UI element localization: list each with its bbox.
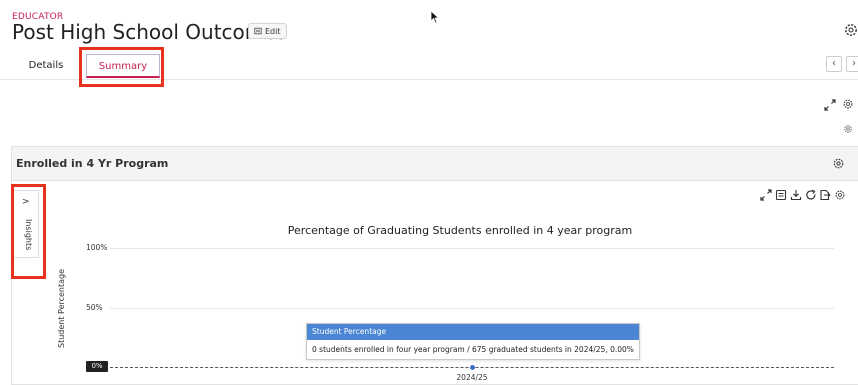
edit-button[interactable]: Edit — [248, 23, 287, 39]
edit-icon — [254, 27, 262, 35]
gear-icon[interactable] — [842, 98, 854, 110]
y-tick-label-zero: 0% — [86, 361, 108, 372]
tooltip-header: Student Percentage — [307, 324, 639, 340]
table-view-icon[interactable] — [775, 189, 787, 201]
page-title: Post High School Outcomes — [12, 20, 287, 44]
y-axis-label-wrap: Student Percentage — [57, 248, 67, 348]
highlight-box-summary — [79, 47, 164, 87]
chart-tooltip: Student Percentage 0 students enrolled i… — [306, 323, 640, 360]
expand-icon[interactable] — [824, 99, 836, 111]
gear-icon[interactable] — [832, 157, 845, 170]
export-icon[interactable] — [819, 189, 831, 201]
app-root: EDUCATOR Post High School Outcomes Edit … — [0, 0, 858, 385]
y-tick-label: 50% — [86, 303, 103, 312]
gridline-100 — [110, 248, 834, 249]
highlight-box-insights — [11, 184, 46, 279]
scroll-right-button[interactable]: › — [846, 56, 858, 72]
gear-icon[interactable] — [834, 189, 846, 201]
gridline-50 — [110, 308, 834, 309]
widget-title: Enrolled in 4 Yr Program — [16, 157, 169, 170]
chart-title: Percentage of Graduating Students enroll… — [287, 224, 633, 237]
refresh-icon[interactable] — [805, 189, 817, 201]
gear-icon[interactable] — [843, 124, 853, 134]
tooltip-body: 0 students enrolled in four year program… — [312, 345, 634, 354]
y-axis-label: Student Percentage — [57, 268, 66, 348]
download-icon[interactable] — [790, 189, 802, 201]
y-tick-label: 100% — [86, 243, 108, 252]
x-tick-label: 2024/25 — [456, 373, 488, 382]
data-point[interactable] — [469, 364, 475, 370]
expand-icon[interactable] — [760, 189, 772, 201]
edit-button-label: Edit — [265, 26, 281, 36]
mouse-cursor-icon — [430, 10, 440, 24]
widget-header: Enrolled in 4 Yr Program — [12, 147, 858, 181]
tab-details[interactable]: Details — [14, 54, 78, 78]
scroll-left-button[interactable]: ‹ — [826, 56, 842, 72]
gear-icon[interactable] — [843, 22, 858, 38]
